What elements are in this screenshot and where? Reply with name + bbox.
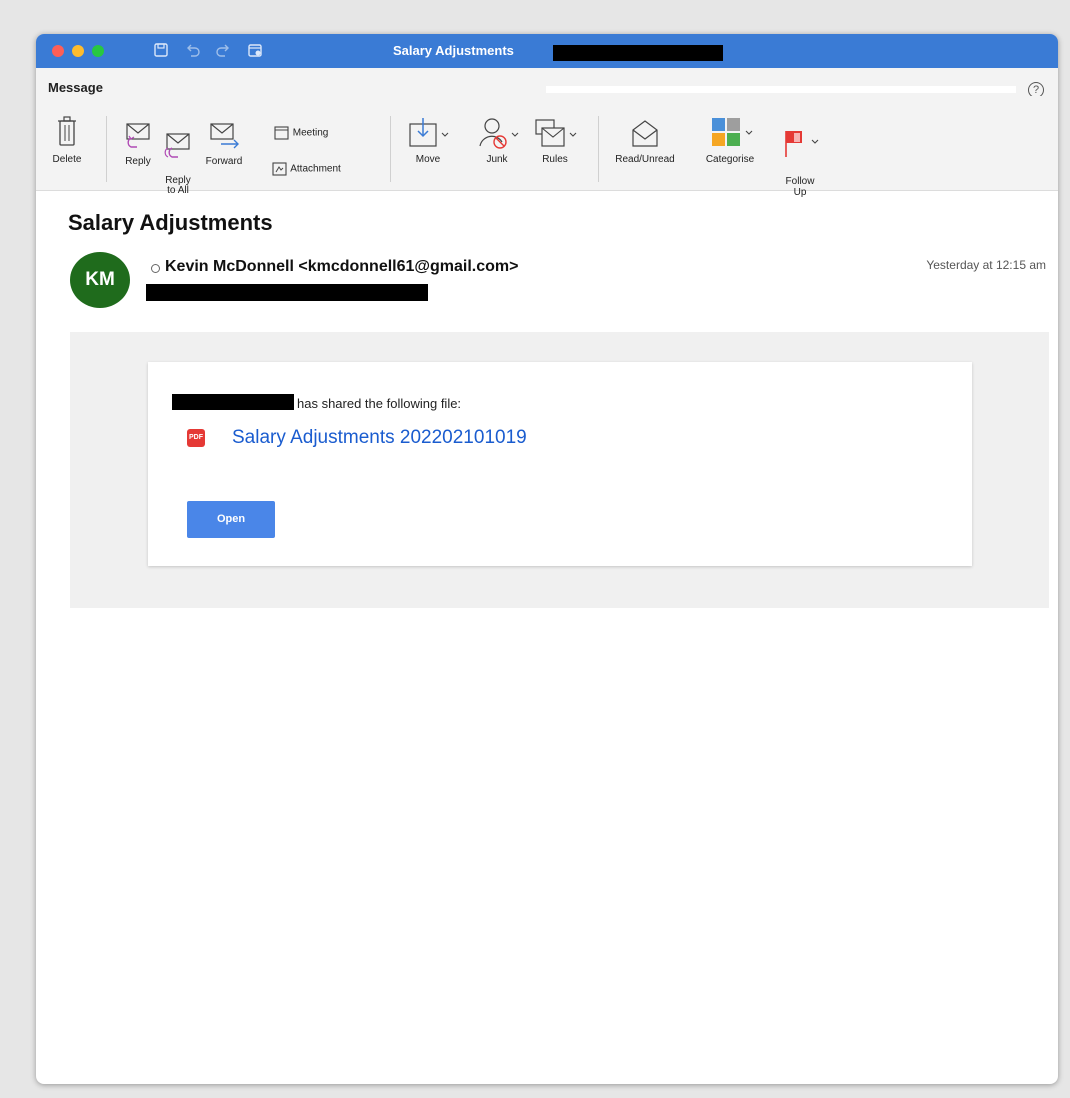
redo-icon[interactable] (214, 42, 232, 60)
meeting-icon (274, 126, 289, 140)
avatar[interactable]: KM (70, 252, 130, 308)
delete-label: Delete (52, 154, 82, 165)
move-label: Move (415, 154, 441, 165)
window-title: Salary Adjustments (393, 43, 514, 58)
title-bar: Salary Adjustments (36, 34, 1058, 68)
reply-label: Reply (125, 156, 151, 167)
zoom-window-button[interactable] (92, 45, 104, 57)
close-window-button[interactable] (52, 45, 64, 57)
tab-message[interactable]: Message (48, 80, 103, 95)
presence-icon (151, 264, 160, 273)
junk-icon (479, 118, 519, 149)
read-unread-button[interactable]: Read/Unread (610, 116, 680, 165)
minimize-window-button[interactable] (72, 45, 84, 57)
attachment-icon (272, 162, 287, 176)
trash-icon (58, 116, 76, 146)
save-icon[interactable] (152, 42, 170, 60)
meeting-label: Meeting (292, 127, 329, 139)
reply-button[interactable]: Reply (120, 120, 156, 167)
ribbon-divider (106, 116, 107, 182)
forward-button[interactable]: Forward (202, 120, 246, 167)
junk-label: Junk (486, 154, 508, 165)
categorise-label: Categorise (705, 154, 755, 165)
delete-button[interactable]: Delete (46, 116, 88, 165)
move-folder-icon (409, 118, 449, 147)
read-unread-label: Read/Unread (615, 154, 675, 165)
ribbon-divider (390, 116, 391, 182)
rules-button[interactable]: Rules (530, 116, 580, 165)
reply-icon (126, 123, 150, 148)
open-envelope-icon (632, 120, 658, 147)
flag-icon (785, 131, 819, 157)
move-button[interactable]: Move (406, 116, 450, 165)
forward-icon (210, 123, 239, 149)
open-button[interactable]: Open (187, 501, 275, 538)
rules-icon (535, 119, 577, 147)
reply-all-icon (164, 133, 190, 158)
follow-up-button[interactable]: Follow Up (770, 116, 830, 209)
ribbon-divider (598, 116, 599, 182)
junk-button[interactable]: Junk (472, 116, 522, 165)
shared-file-text: has shared the following file: (297, 396, 462, 411)
rules-label: Rules (542, 154, 568, 165)
mail-window: Salary Adjustments Message ? Delete Repl… (36, 34, 1058, 1084)
undo-icon[interactable] (184, 42, 202, 60)
attachment-label: Attachment (290, 163, 341, 175)
message-subject: Salary Adjustments (68, 210, 273, 235)
redacted-sharer-block (172, 394, 294, 410)
calendar-icon[interactable] (246, 42, 264, 60)
reply-all-button[interactable]: Reply to All (158, 120, 198, 206)
ribbon-tab-strip (546, 86, 1016, 93)
categorise-button[interactable]: Categorise (696, 116, 764, 165)
message-date: Yesterday at 12:15 am (926, 258, 1046, 272)
shared-file-link[interactable]: Salary Adjustments 202202101019 (232, 427, 527, 449)
meeting-button[interactable]: Meeting (274, 126, 328, 140)
forward-label: Forward (205, 156, 243, 167)
follow-up-label: Follow Up (785, 176, 815, 198)
redacted-recipient-block (146, 284, 428, 301)
redacted-title-block (553, 45, 723, 61)
reply-all-label: Reply to All (165, 175, 191, 196)
sender-address[interactable]: Kevin McDonnell <kmcdonnell61@gmail.com> (165, 258, 518, 276)
pdf-icon: PDF (187, 429, 205, 447)
categorise-icon (712, 118, 753, 146)
attachment-button[interactable]: Attachment (272, 162, 341, 176)
